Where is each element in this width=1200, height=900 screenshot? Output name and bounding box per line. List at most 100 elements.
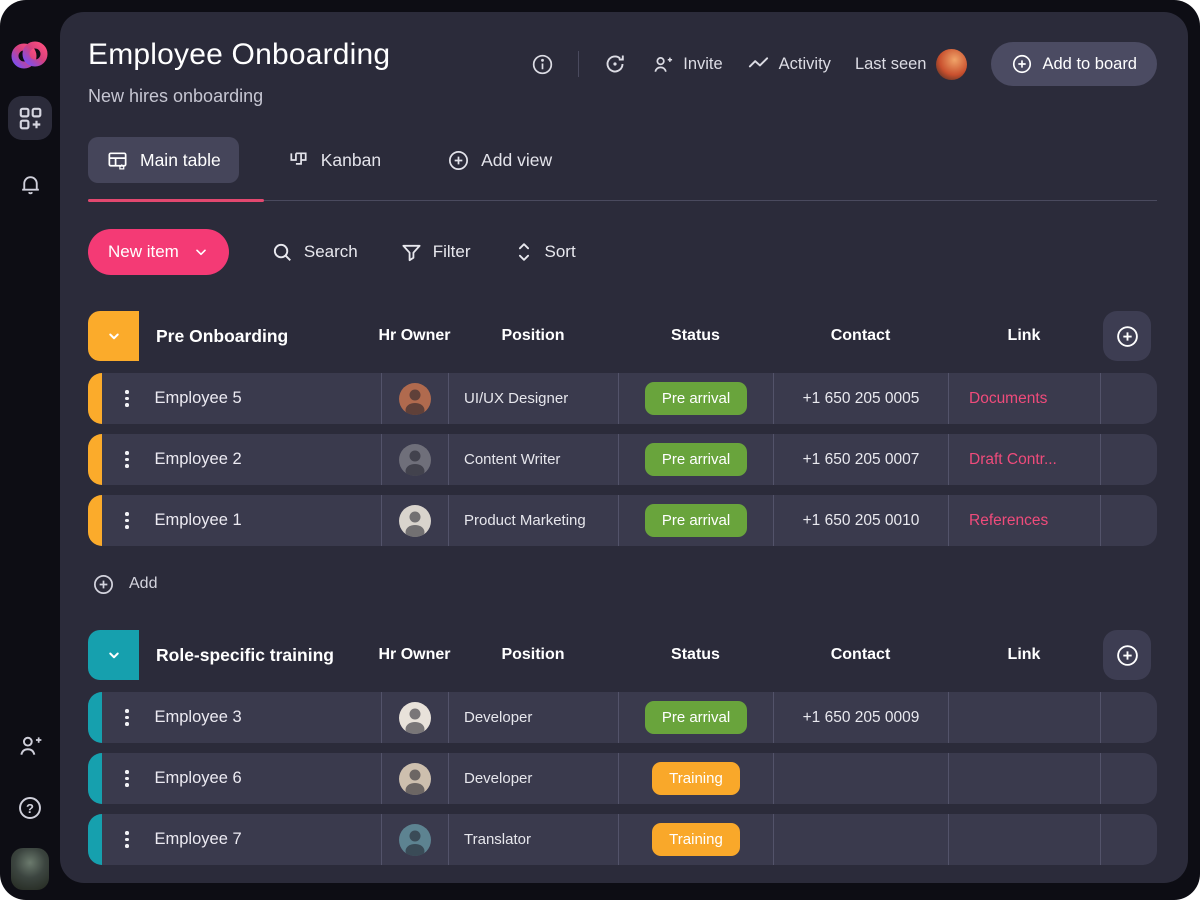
hr-owner-cell[interactable] [381, 434, 448, 485]
status-cell[interactable]: Pre arrival [618, 373, 773, 424]
link-cell[interactable] [948, 692, 1100, 743]
table-row[interactable]: Employee 5 UI/UX Designer Pre arrival +1… [88, 373, 1157, 424]
item-contact[interactable]: +1 650 205 0010 [773, 495, 948, 546]
table-row[interactable]: Employee 7 Translator Training [88, 814, 1157, 865]
link-cell[interactable] [948, 753, 1100, 804]
item-position[interactable]: Developer [448, 753, 618, 804]
item-position[interactable]: UI/UX Designer [448, 373, 618, 424]
filter-button[interactable]: Filter [400, 241, 471, 264]
table-group: Role-specific training Hr Owner Position… [88, 630, 1157, 865]
hr-owner-cell[interactable] [381, 692, 448, 743]
invite-button[interactable]: Invite [651, 53, 722, 76]
hr-owner-cell[interactable] [381, 495, 448, 546]
tab-add-view[interactable]: Add view [429, 137, 570, 183]
header-divider [578, 51, 579, 77]
table-row[interactable]: Employee 3 Developer Pre arrival +1 650 … [88, 692, 1157, 743]
item-contact[interactable] [773, 814, 948, 865]
column-header[interactable]: Position [448, 327, 618, 345]
last-seen-avatar [936, 49, 967, 80]
plus-circle-icon [447, 149, 470, 172]
table-row[interactable]: Employee 1 Product Marketing Pre arrival… [88, 495, 1157, 546]
row-extra-cell [1100, 692, 1157, 743]
add-item-button[interactable]: Add [92, 570, 1157, 598]
table-row[interactable]: Employee 2 Content Writer Pre arrival +1… [88, 434, 1157, 485]
item-name[interactable]: Employee 3 [155, 708, 242, 727]
info-icon[interactable] [531, 53, 554, 76]
tab-main-table[interactable]: Main table [88, 137, 239, 183]
kebab-menu-icon[interactable] [125, 770, 129, 787]
column-header[interactable]: Status [618, 327, 773, 345]
group-collapse-block[interactable] [88, 311, 139, 361]
hr-owner-cell[interactable] [381, 373, 448, 424]
column-header[interactable]: Position [448, 646, 618, 664]
status-cell[interactable]: Pre arrival [618, 692, 773, 743]
avatar [399, 444, 431, 476]
filter-label: Filter [433, 242, 471, 262]
activity-icon [747, 53, 770, 76]
item-contact[interactable]: +1 650 205 0005 [773, 373, 948, 424]
plaky-logo-icon[interactable] [10, 38, 50, 82]
item-position[interactable]: Content Writer [448, 434, 618, 485]
item-contact[interactable]: +1 650 205 0009 [773, 692, 948, 743]
item-name[interactable]: Employee 6 [155, 769, 242, 788]
status-cell[interactable]: Training [618, 753, 773, 804]
column-header[interactable]: Contact [773, 646, 948, 664]
column-header[interactable]: Link [948, 327, 1100, 345]
column-header[interactable]: Hr Owner [381, 327, 448, 345]
kebab-menu-icon[interactable] [125, 831, 129, 848]
user-profile-avatar[interactable] [11, 848, 49, 890]
item-name[interactable]: Employee 2 [155, 450, 242, 469]
link-cell[interactable]: Documents [948, 373, 1100, 424]
hr-owner-cell[interactable] [381, 814, 448, 865]
column-header[interactable]: Hr Owner [381, 646, 448, 664]
kebab-menu-icon[interactable] [125, 451, 129, 468]
search-button[interactable]: Search [271, 241, 358, 264]
link-cell[interactable]: References [948, 495, 1100, 546]
item-position[interactable]: Translator [448, 814, 618, 865]
avatar [399, 824, 431, 856]
item-position[interactable]: Developer [448, 692, 618, 743]
column-header[interactable]: Status [618, 646, 773, 664]
group-title[interactable]: Role-specific training [156, 645, 334, 666]
sidebar-item-help[interactable]: ? [8, 786, 52, 830]
add-column-button[interactable] [1103, 311, 1151, 361]
link-cell[interactable] [948, 814, 1100, 865]
item-name[interactable]: Employee 5 [155, 389, 242, 408]
sync-icon[interactable] [603, 52, 627, 76]
item-contact[interactable] [773, 753, 948, 804]
group-title[interactable]: Pre Onboarding [156, 326, 288, 347]
item-contact[interactable]: +1 650 205 0007 [773, 434, 948, 485]
table-row[interactable]: Employee 6 Developer Training [88, 753, 1157, 804]
status-cell[interactable]: Pre arrival [618, 495, 773, 546]
sidebar-item-invite-members[interactable] [8, 724, 52, 768]
sidebar-item-notifications[interactable] [8, 162, 52, 206]
item-name[interactable]: Employee 1 [155, 511, 242, 530]
item-name[interactable]: Employee 7 [155, 830, 242, 849]
add-to-board-button[interactable]: Add to board [991, 42, 1158, 86]
link-cell[interactable]: Draft Contr... [948, 434, 1100, 485]
hr-owner-cell[interactable] [381, 753, 448, 804]
column-header[interactable]: Contact [773, 327, 948, 345]
column-header[interactable]: Link [948, 646, 1100, 664]
sort-button[interactable]: Sort [513, 241, 576, 263]
table-toolbar: New item Search [88, 229, 1157, 275]
add-column-button[interactable] [1103, 630, 1151, 680]
avatar [399, 383, 431, 415]
add-item-label: Add [129, 575, 157, 593]
group-collapse-block[interactable] [88, 630, 139, 680]
activity-button[interactable]: Activity [747, 53, 831, 76]
kebab-menu-icon[interactable] [125, 512, 129, 529]
kebab-menu-icon[interactable] [125, 390, 129, 407]
new-item-button[interactable]: New item [88, 229, 229, 275]
sidebar-item-boards[interactable] [8, 96, 52, 140]
board-panel: Employee Onboarding New hires onboarding [60, 12, 1188, 883]
row-extra-cell [1100, 434, 1157, 485]
status-cell[interactable]: Pre arrival [618, 434, 773, 485]
board-header: Employee Onboarding New hires onboarding [88, 38, 1157, 107]
status-cell[interactable]: Training [618, 814, 773, 865]
item-name-cell: Employee 7 [88, 814, 381, 865]
last-seen[interactable]: Last seen [855, 49, 967, 80]
item-position[interactable]: Product Marketing [448, 495, 618, 546]
tab-kanban[interactable]: Kanban [269, 137, 399, 183]
kebab-menu-icon[interactable] [125, 709, 129, 726]
